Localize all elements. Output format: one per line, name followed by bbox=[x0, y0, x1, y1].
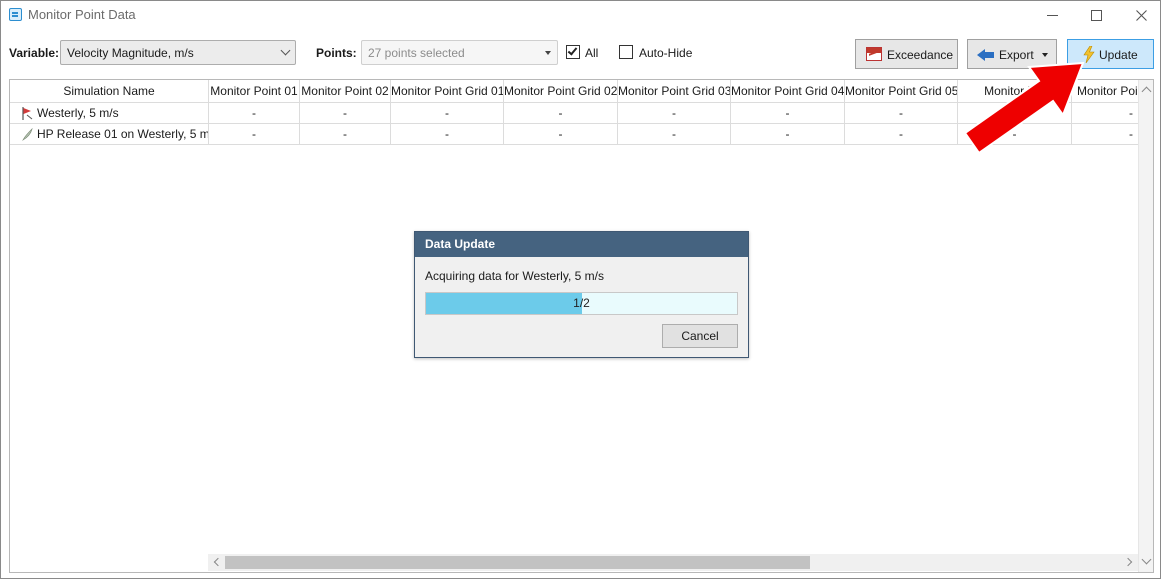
toolbar: Variable: Velocity Magnitude, m/s Points… bbox=[1, 37, 1160, 71]
table-cell: - bbox=[1072, 103, 1142, 124]
dialog-title: Data Update bbox=[415, 232, 748, 257]
points-value: 27 points selected bbox=[368, 46, 465, 60]
simulation-name-cell: HP Release 01 on Westerly, 5 m/s bbox=[10, 124, 209, 145]
minimize-icon bbox=[1046, 14, 1058, 16]
maximize-icon bbox=[1090, 9, 1102, 21]
variable-value: Velocity Magnitude, m/s bbox=[67, 46, 194, 60]
column-header[interactable]: Monitor Point 01 bbox=[209, 80, 300, 103]
table-cell: - bbox=[958, 103, 1072, 124]
table-cell: - bbox=[731, 103, 845, 124]
data-update-dialog: Data Update Acquiring data for Westerly,… bbox=[414, 231, 749, 358]
auto-hide-checkbox[interactable] bbox=[619, 45, 633, 59]
minimize-button[interactable] bbox=[1029, 1, 1075, 29]
column-header[interactable]: Monitor Point Grid 02 bbox=[504, 80, 618, 103]
dialog-message: Acquiring data for Westerly, 5 m/s bbox=[425, 269, 604, 283]
release-icon bbox=[22, 128, 33, 141]
column-header[interactable]: Monitor Point Grid 01 bbox=[391, 80, 504, 103]
app-icon bbox=[9, 8, 22, 21]
dropdown-arrow-icon bbox=[545, 51, 551, 55]
table-cell: - bbox=[300, 124, 391, 145]
horizontal-scroll-thumb[interactable] bbox=[225, 556, 810, 569]
monitor-point-data-window: Monitor Point Data Variable: Velocity Ma… bbox=[0, 0, 1161, 579]
table-cell: - bbox=[300, 103, 391, 124]
auto-hide-label: Auto-Hide bbox=[639, 46, 693, 60]
table-cell: - bbox=[618, 103, 731, 124]
column-header[interactable]: Monitor Point Grid 05 bbox=[845, 80, 958, 103]
maximize-button[interactable] bbox=[1073, 1, 1119, 29]
scroll-right-icon[interactable] bbox=[1123, 557, 1133, 567]
variable-label: Variable: bbox=[9, 46, 60, 60]
table-cell: - bbox=[618, 124, 731, 145]
column-header[interactable]: Monitor Point Grid 03 bbox=[618, 80, 731, 103]
column-header[interactable]: Monitor Poi bbox=[1072, 80, 1142, 103]
table-cell: - bbox=[391, 124, 504, 145]
close-button[interactable] bbox=[1118, 1, 1161, 29]
table-cell: - bbox=[209, 124, 300, 145]
table-cell: - bbox=[845, 103, 958, 124]
scroll-left-icon[interactable] bbox=[213, 557, 223, 567]
column-header[interactable]: Monitor Point 02 bbox=[300, 80, 391, 103]
points-dropdown[interactable]: 27 points selected bbox=[361, 40, 558, 65]
table-cell: - bbox=[1072, 124, 1142, 145]
export-label: Export bbox=[999, 48, 1034, 62]
scroll-down-icon[interactable] bbox=[1141, 554, 1152, 565]
table-cell: - bbox=[845, 124, 958, 145]
chevron-down-icon bbox=[1042, 53, 1048, 57]
simulation-name-cell: Westerly, 5 m/s bbox=[10, 103, 209, 124]
table-cell: - bbox=[504, 103, 618, 124]
column-header-simulation-name[interactable]: Simulation Name bbox=[10, 80, 209, 103]
title-bar: Monitor Point Data bbox=[1, 1, 1160, 29]
update-label: Update bbox=[1099, 48, 1138, 62]
export-button[interactable]: Export bbox=[967, 39, 1057, 69]
progress-bar: 1/2 bbox=[425, 292, 738, 315]
chevron-down-icon bbox=[280, 45, 291, 56]
grid-header: Simulation Name Monitor Point 01 Monitor… bbox=[10, 80, 1142, 103]
column-header[interactable]: Monitor Point Grid 04 bbox=[731, 80, 845, 103]
all-label: All bbox=[585, 46, 599, 60]
table-cell: - bbox=[958, 124, 1072, 145]
close-icon bbox=[1135, 9, 1147, 21]
scroll-up-icon[interactable] bbox=[1141, 86, 1152, 97]
simulation-name: HP Release 01 on Westerly, 5 m/s bbox=[37, 127, 209, 141]
table-cell: - bbox=[391, 103, 504, 124]
cancel-button[interactable]: Cancel bbox=[662, 324, 738, 348]
points-label: Points: bbox=[316, 46, 357, 60]
variable-dropdown[interactable]: Velocity Magnitude, m/s bbox=[60, 40, 296, 65]
table-cell: - bbox=[731, 124, 845, 145]
checkmark-icon bbox=[567, 45, 578, 56]
vertical-scrollbar[interactable] bbox=[1138, 80, 1153, 572]
exceedance-button[interactable]: Exceedance bbox=[855, 39, 958, 69]
column-header[interactable]: Monitor Poi bbox=[958, 80, 1072, 103]
exceedance-label: Exceedance bbox=[887, 48, 954, 62]
exceedance-chart-icon bbox=[866, 47, 882, 61]
window-title: Monitor Point Data bbox=[28, 7, 136, 22]
table-cell: - bbox=[504, 124, 618, 145]
table-row[interactable]: HP Release 01 on Westerly, 5 m/s - - - -… bbox=[10, 124, 1142, 145]
progress-text: 1/2 bbox=[573, 296, 590, 310]
horizontal-scrollbar[interactable] bbox=[208, 554, 1138, 571]
wind-flag-icon bbox=[22, 107, 33, 120]
simulation-name: Westerly, 5 m/s bbox=[37, 106, 119, 120]
lightning-icon bbox=[1083, 46, 1095, 63]
update-button[interactable]: Update bbox=[1067, 39, 1154, 69]
table-cell: - bbox=[209, 103, 300, 124]
table-row[interactable]: Westerly, 5 m/s - - - - - - - - - bbox=[10, 103, 1142, 124]
all-checkbox[interactable] bbox=[566, 45, 580, 59]
export-arrow-icon bbox=[977, 49, 994, 61]
